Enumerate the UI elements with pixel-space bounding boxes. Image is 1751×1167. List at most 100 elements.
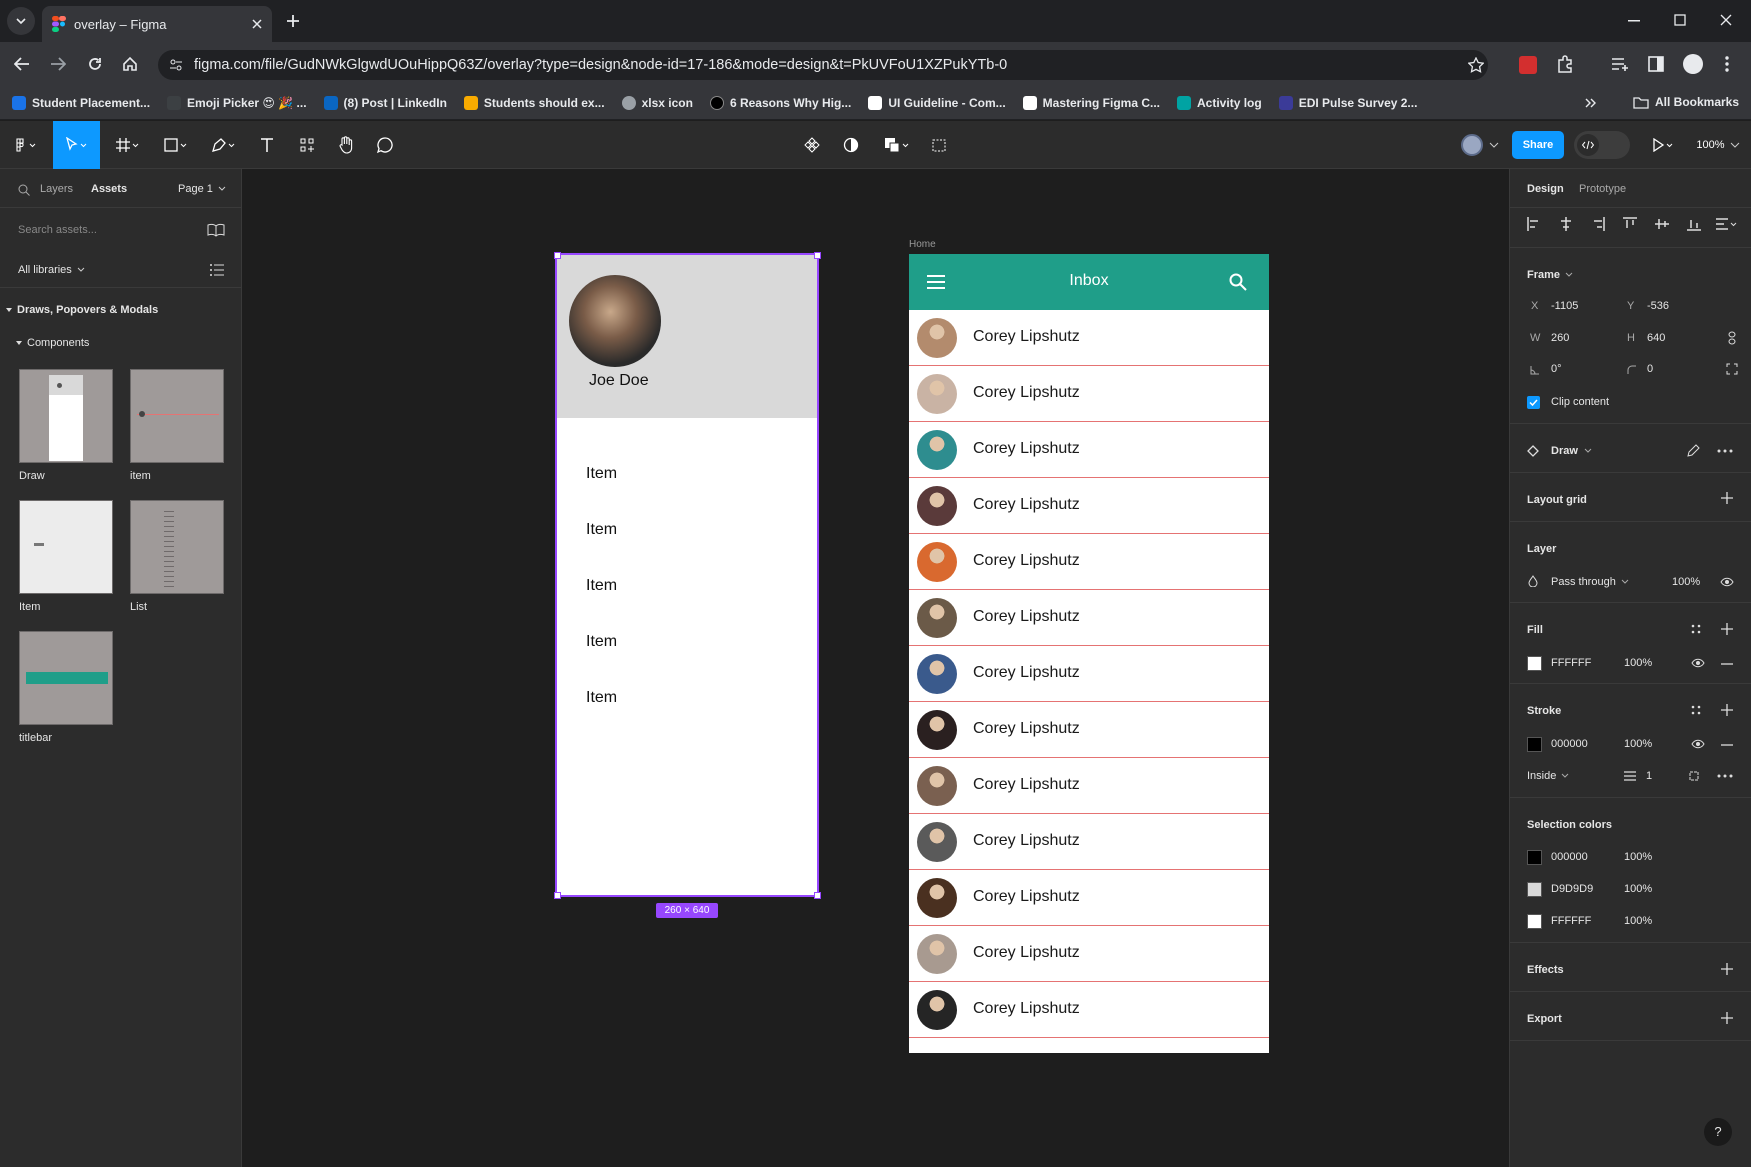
- stroke-weight-input[interactable]: 1: [1646, 770, 1652, 782]
- bookmark-item[interactable]: Students should ex...: [463, 95, 605, 110]
- crop-button[interactable]: [924, 121, 954, 169]
- align-left-icon[interactable]: [1527, 217, 1541, 231]
- drawer-item[interactable]: Item: [586, 577, 617, 595]
- main-menu-button[interactable]: [8, 121, 44, 169]
- blend-mode-selector[interactable]: Pass through: [1551, 576, 1629, 588]
- multiplayer-avatar[interactable]: [1458, 121, 1502, 169]
- distribute-icon[interactable]: [1716, 217, 1738, 231]
- url-field[interactable]: figma.com/file/GudNWkGlgwdUOuHippQ63Z/ov…: [158, 50, 1488, 80]
- resize-handle[interactable]: [814, 892, 821, 899]
- draw-frame[interactable]: Joe Doe Item Item Item Item Item: [555, 253, 819, 897]
- share-button[interactable]: Share: [1512, 131, 1564, 159]
- profile-avatar[interactable]: [1683, 54, 1703, 74]
- more-options-icon[interactable]: [1717, 449, 1733, 453]
- resize-handle[interactable]: [554, 252, 561, 259]
- contact-row[interactable]: Corey Lipshutz: [909, 758, 1269, 814]
- edit-component-icon[interactable]: [1686, 444, 1700, 458]
- extensions-icon[interactable]: [1556, 55, 1574, 73]
- align-bottom-icon[interactable]: [1687, 217, 1701, 231]
- minimize-icon[interactable]: [1628, 20, 1640, 22]
- mask-button[interactable]: [836, 121, 866, 169]
- bookmark-star-icon[interactable]: [1468, 57, 1484, 73]
- align-horizontal-center-icon[interactable]: [1559, 217, 1573, 231]
- pen-tool-button[interactable]: [206, 121, 242, 169]
- plus-icon[interactable]: [1721, 492, 1733, 504]
- contact-row[interactable]: Corey Lipshutz: [909, 870, 1269, 926]
- frame-section-header[interactable]: Frame: [1527, 269, 1573, 281]
- bookmark-item[interactable]: EDI Pulse Survey 2...: [1278, 95, 1417, 110]
- dev-mode-toggle[interactable]: [1574, 131, 1630, 159]
- frame-label[interactable]: Home: [909, 239, 936, 250]
- plus-icon[interactable]: [1721, 1012, 1733, 1024]
- window-close-icon[interactable]: [1720, 14, 1732, 26]
- libraries-selector[interactable]: All libraries: [18, 264, 85, 276]
- fill-color-swatch[interactable]: [1527, 656, 1542, 671]
- contact-row[interactable]: Corey Lipshutz: [909, 422, 1269, 478]
- contact-row[interactable]: Corey Lipshutz: [909, 646, 1269, 702]
- selection-color-opacity[interactable]: 100%: [1624, 851, 1652, 863]
- eye-icon[interactable]: [1720, 577, 1734, 587]
- contact-row[interactable]: Corey Lipshutz: [909, 590, 1269, 646]
- height-input[interactable]: 640: [1647, 332, 1665, 344]
- eye-icon[interactable]: [1691, 658, 1705, 668]
- component-selector[interactable]: Draw: [1551, 445, 1592, 457]
- minus-icon[interactable]: [1721, 663, 1733, 665]
- stroke-hex-input[interactable]: 000000: [1551, 738, 1588, 750]
- bookmark-item[interactable]: (8) Post | LinkedIn: [323, 95, 447, 110]
- reading-list-icon[interactable]: [1611, 56, 1629, 72]
- bookmark-item[interactable]: Activity log: [1177, 95, 1262, 110]
- layer-opacity-input[interactable]: 100%: [1672, 576, 1700, 588]
- drawer-item[interactable]: Item: [586, 521, 617, 539]
- more-bookmarks-icon[interactable]: [1585, 98, 1597, 108]
- bookmark-item[interactable]: UI Guideline - Com...: [868, 95, 1006, 110]
- component-thumb-item-text[interactable]: [19, 500, 113, 594]
- more-options-icon[interactable]: [1717, 774, 1733, 778]
- constrain-proportions-icon[interactable]: [1727, 331, 1737, 345]
- home-icon[interactable]: [122, 56, 138, 72]
- back-arrow-icon[interactable]: [14, 57, 30, 71]
- search-icon[interactable]: [18, 184, 30, 196]
- shape-tool-button[interactable]: [158, 121, 194, 169]
- fill-hex-input[interactable]: FFFFFF: [1551, 657, 1591, 669]
- pdf-extension-icon[interactable]: [1517, 54, 1539, 76]
- boolean-button[interactable]: [878, 121, 918, 169]
- home-frame[interactable]: Inbox Corey Lipshutz Corey Lipshutz Corey …: [909, 254, 1269, 1053]
- eye-icon[interactable]: [1691, 739, 1705, 749]
- list-view-icon[interactable]: [210, 264, 224, 276]
- hand-tool-button[interactable]: [331, 121, 361, 169]
- plus-icon[interactable]: [1721, 963, 1733, 975]
- present-button[interactable]: [1648, 121, 1678, 169]
- align-vertical-center-icon[interactable]: [1655, 217, 1669, 231]
- subsection-header[interactable]: Components: [16, 337, 89, 349]
- radius-input[interactable]: 0: [1647, 363, 1653, 375]
- contact-row[interactable]: Corey Lipshutz: [909, 534, 1269, 590]
- section-header[interactable]: Draws, Popovers & Modals: [6, 304, 158, 316]
- independent-corners-icon[interactable]: [1726, 363, 1738, 375]
- menu-dots-icon[interactable]: [1725, 56, 1729, 72]
- styles-grid-icon[interactable]: [1691, 624, 1701, 634]
- contact-row[interactable]: Corey Lipshutz: [909, 982, 1269, 1038]
- drawer-item[interactable]: Item: [586, 689, 617, 707]
- tab-prototype[interactable]: Prototype: [1579, 183, 1626, 195]
- fill-opacity-input[interactable]: 100%: [1624, 657, 1652, 669]
- component-thumb-list[interactable]: [130, 500, 224, 594]
- side-panel-icon[interactable]: [1648, 56, 1664, 72]
- text-tool-button[interactable]: [252, 121, 282, 169]
- close-icon[interactable]: [252, 19, 262, 29]
- selection-color-swatch[interactable]: [1527, 850, 1542, 865]
- bookmark-item[interactable]: xlsx icon: [621, 95, 693, 110]
- drawer-item[interactable]: Item: [586, 633, 617, 651]
- y-input[interactable]: -536: [1647, 300, 1669, 312]
- maximize-icon[interactable]: [1674, 14, 1686, 26]
- contact-row[interactable]: Corey Lipshutz: [909, 366, 1269, 422]
- plus-icon[interactable]: [1721, 704, 1733, 716]
- component-thumb-titlebar[interactable]: [19, 631, 113, 725]
- all-bookmarks-button[interactable]: All Bookmarks: [1633, 95, 1739, 109]
- page-selector[interactable]: Page 1: [178, 183, 226, 195]
- styles-grid-icon[interactable]: [1691, 705, 1701, 715]
- library-book-icon[interactable]: [207, 223, 225, 237]
- new-tab-button[interactable]: [279, 7, 307, 35]
- bookmark-item[interactable]: Mastering Figma C...: [1022, 95, 1160, 110]
- zoom-menu[interactable]: 100%: [1692, 121, 1744, 169]
- resize-handle[interactable]: [814, 252, 821, 259]
